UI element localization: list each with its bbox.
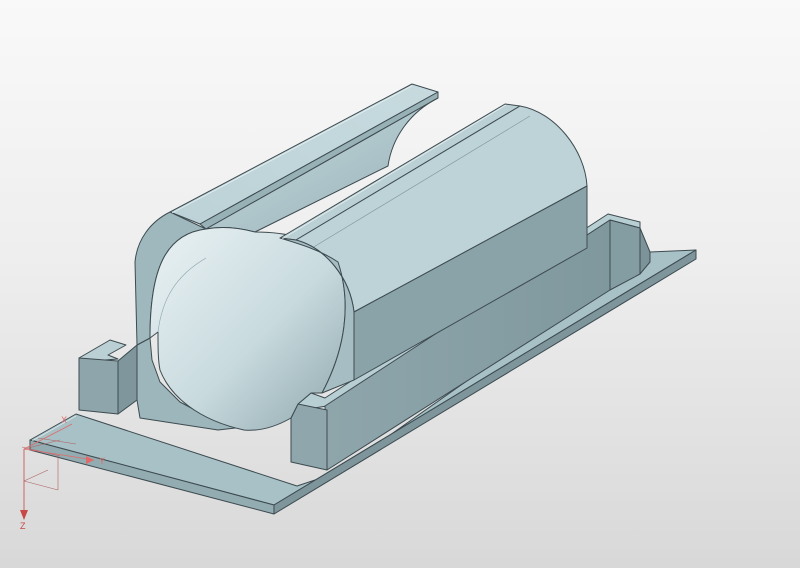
z-axis-label: Z <box>20 521 26 531</box>
y-axis-label: Y <box>99 456 106 466</box>
z-axis-arrowhead <box>20 510 28 520</box>
x-axis-label: X <box>61 415 68 425</box>
front-wall-lip-face <box>290 403 328 471</box>
left-block-front-face <box>78 357 119 415</box>
triad-box-diag <box>23 469 49 482</box>
cad-model[interactable] <box>0 0 800 568</box>
graphics-viewport[interactable]: X Y Z <box>0 0 800 568</box>
left-block-side-face <box>117 344 138 415</box>
triad-box-bottom <box>23 480 59 491</box>
